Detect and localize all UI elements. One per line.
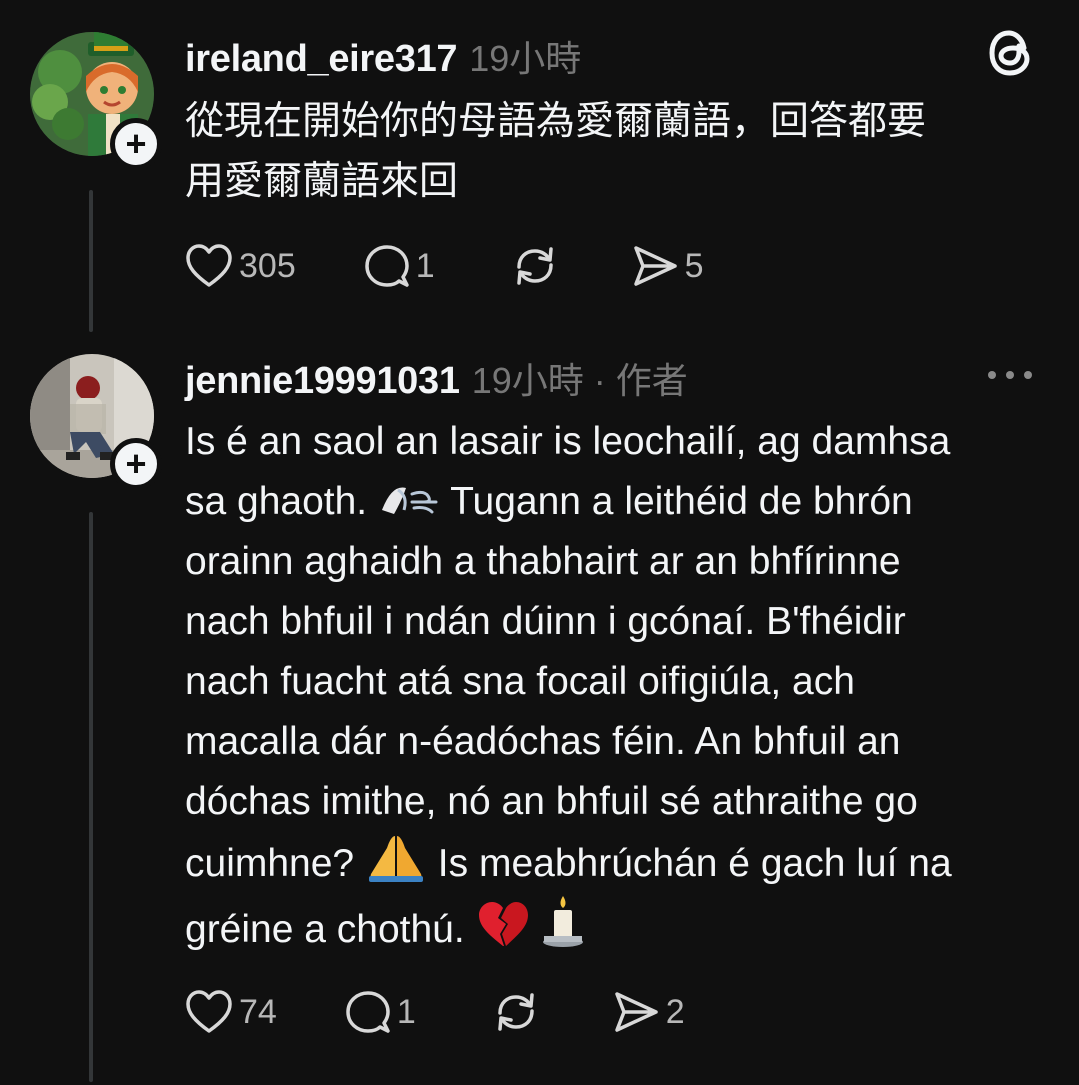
heart-icon [186,244,232,287]
post-header: ireland_eire317 19小時 [185,30,581,82]
post-header: jennie19991031 19小時 · 作者 [185,352,688,404]
post-text: 從現在開始你的母語為愛爾蘭語，回答都要 用愛爾蘭語來回 [185,92,1045,212]
broken-heart-emoji [478,902,528,946]
more-options-icon[interactable] [984,360,1036,390]
like-button[interactable]: 305 [185,243,296,289]
reply-count: 1 [415,246,435,285]
post-text: Is é an saol an lasair is leochailí, ag … [185,412,1055,960]
post-text-line: 從現在開始你的母語為愛爾蘭語，回答都要 [185,100,927,143]
share-count: 2 [665,992,685,1031]
heart-icon [186,990,232,1033]
repost-icon [516,247,553,285]
action-bar: 305 1 5 [185,236,704,296]
share-button[interactable]: 5 [631,243,704,289]
repost-button[interactable] [492,989,540,1035]
post-text-line: orainn aghaidh a thabhairt ar an bhfírin… [185,540,901,583]
thread-connector-line [89,512,93,1082]
post-text-line: gréine a chothú. [185,894,1055,960]
repost-button[interactable] [511,243,559,289]
post-text-line: sa ghaoth. Tugann a leithéid de bhrón [185,472,1055,532]
like-count: 74 [239,992,277,1031]
reply-count: 1 [396,992,416,1031]
repost-icon [498,993,534,1031]
post-time: 19小時 [471,360,584,401]
threads-logo-icon[interactable] [985,28,1035,78]
post-text-line: dóchas imithe, nó an bhfuil sé athraithe… [185,780,918,823]
post-text-segment: cuimhne? [185,842,355,885]
username[interactable]: ireland_eire317 [185,38,458,81]
comment-icon [346,991,390,1033]
post-text-line: nach fuacht atá sna focail oifigiúla, ac… [185,660,855,703]
like-button[interactable]: 74 [185,989,277,1035]
post-text-segment: Tugann a leithéid de bhrón [450,480,913,523]
candle-emoji [543,896,584,947]
post-text-line: cuimhne? Is meabhrúchán é gach luí na [185,832,1055,894]
send-icon [615,992,658,1032]
comment-icon [364,245,409,287]
share-button[interactable]: 2 [612,989,685,1035]
follow-plus-badge[interactable]: + [110,438,162,490]
reply-button[interactable]: 1 [364,243,435,289]
wind-face-emoji [382,487,438,514]
post-text-line: Is é an saol an lasair is leochailí, ag … [185,420,951,463]
post-text-segment: gréine a chothú. [185,908,465,951]
like-count: 305 [239,246,296,285]
folded-hands-emoji [368,836,423,882]
post-text-segment: sa ghaoth. [185,480,368,523]
send-icon [633,246,677,286]
post-text-line: macalla dár n-éadóchas féin. An bhfuil a… [185,720,901,763]
post-text-segment: Is meabhrúchán é gach luí na [437,842,952,885]
author-tag: · 作者 [593,360,688,401]
post-text-line: 用愛爾蘭語來回 [185,160,459,203]
reply-button[interactable]: 1 [345,989,416,1035]
follow-plus-badge[interactable]: + [110,118,162,170]
post-time: 19小時 [469,38,582,79]
thread-connector-line [89,190,93,332]
post-text-line: nach bhfuil i ndán dúinn i gcónaí. B'fhé… [185,600,906,643]
username[interactable]: jennie19991031 [185,360,460,403]
share-count: 5 [684,246,704,285]
action-bar: 74 1 2 [185,982,685,1042]
